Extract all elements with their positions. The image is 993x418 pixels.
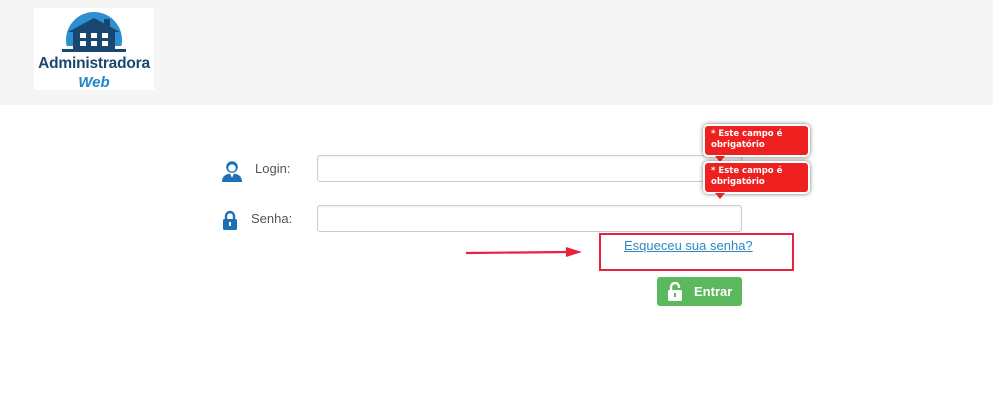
login-error-text: * Este campo é obrigatório [711,129,783,150]
lock-icon [223,210,237,230]
unlock-icon [668,282,682,301]
logo-text-web: Web [78,74,110,91]
entrar-button[interactable]: Entrar [657,277,742,306]
login-input[interactable] [317,155,742,182]
house-icon [34,12,154,58]
senha-label: Senha: [251,211,293,226]
login-error-tooltip: * Este campo é obrigatório [703,124,810,162]
tooltip-pointer [715,193,725,199]
header-bar: Administradora Web [0,0,993,105]
logo-text-administradora: Administradora [38,55,150,72]
forgot-password-link[interactable]: Esqueceu sua senha? [624,238,753,253]
login-label: Login: [255,161,291,176]
senha-error-text: * Este campo é obrigatório [711,166,783,187]
logo: Administradora Web [34,8,154,91]
user-icon [222,161,242,182]
senha-error-tooltip: * Este campo é obrigatório [703,161,810,199]
red-arrow-icon [465,247,582,257]
senha-input[interactable] [317,205,742,232]
entrar-button-label: Entrar [694,284,733,299]
